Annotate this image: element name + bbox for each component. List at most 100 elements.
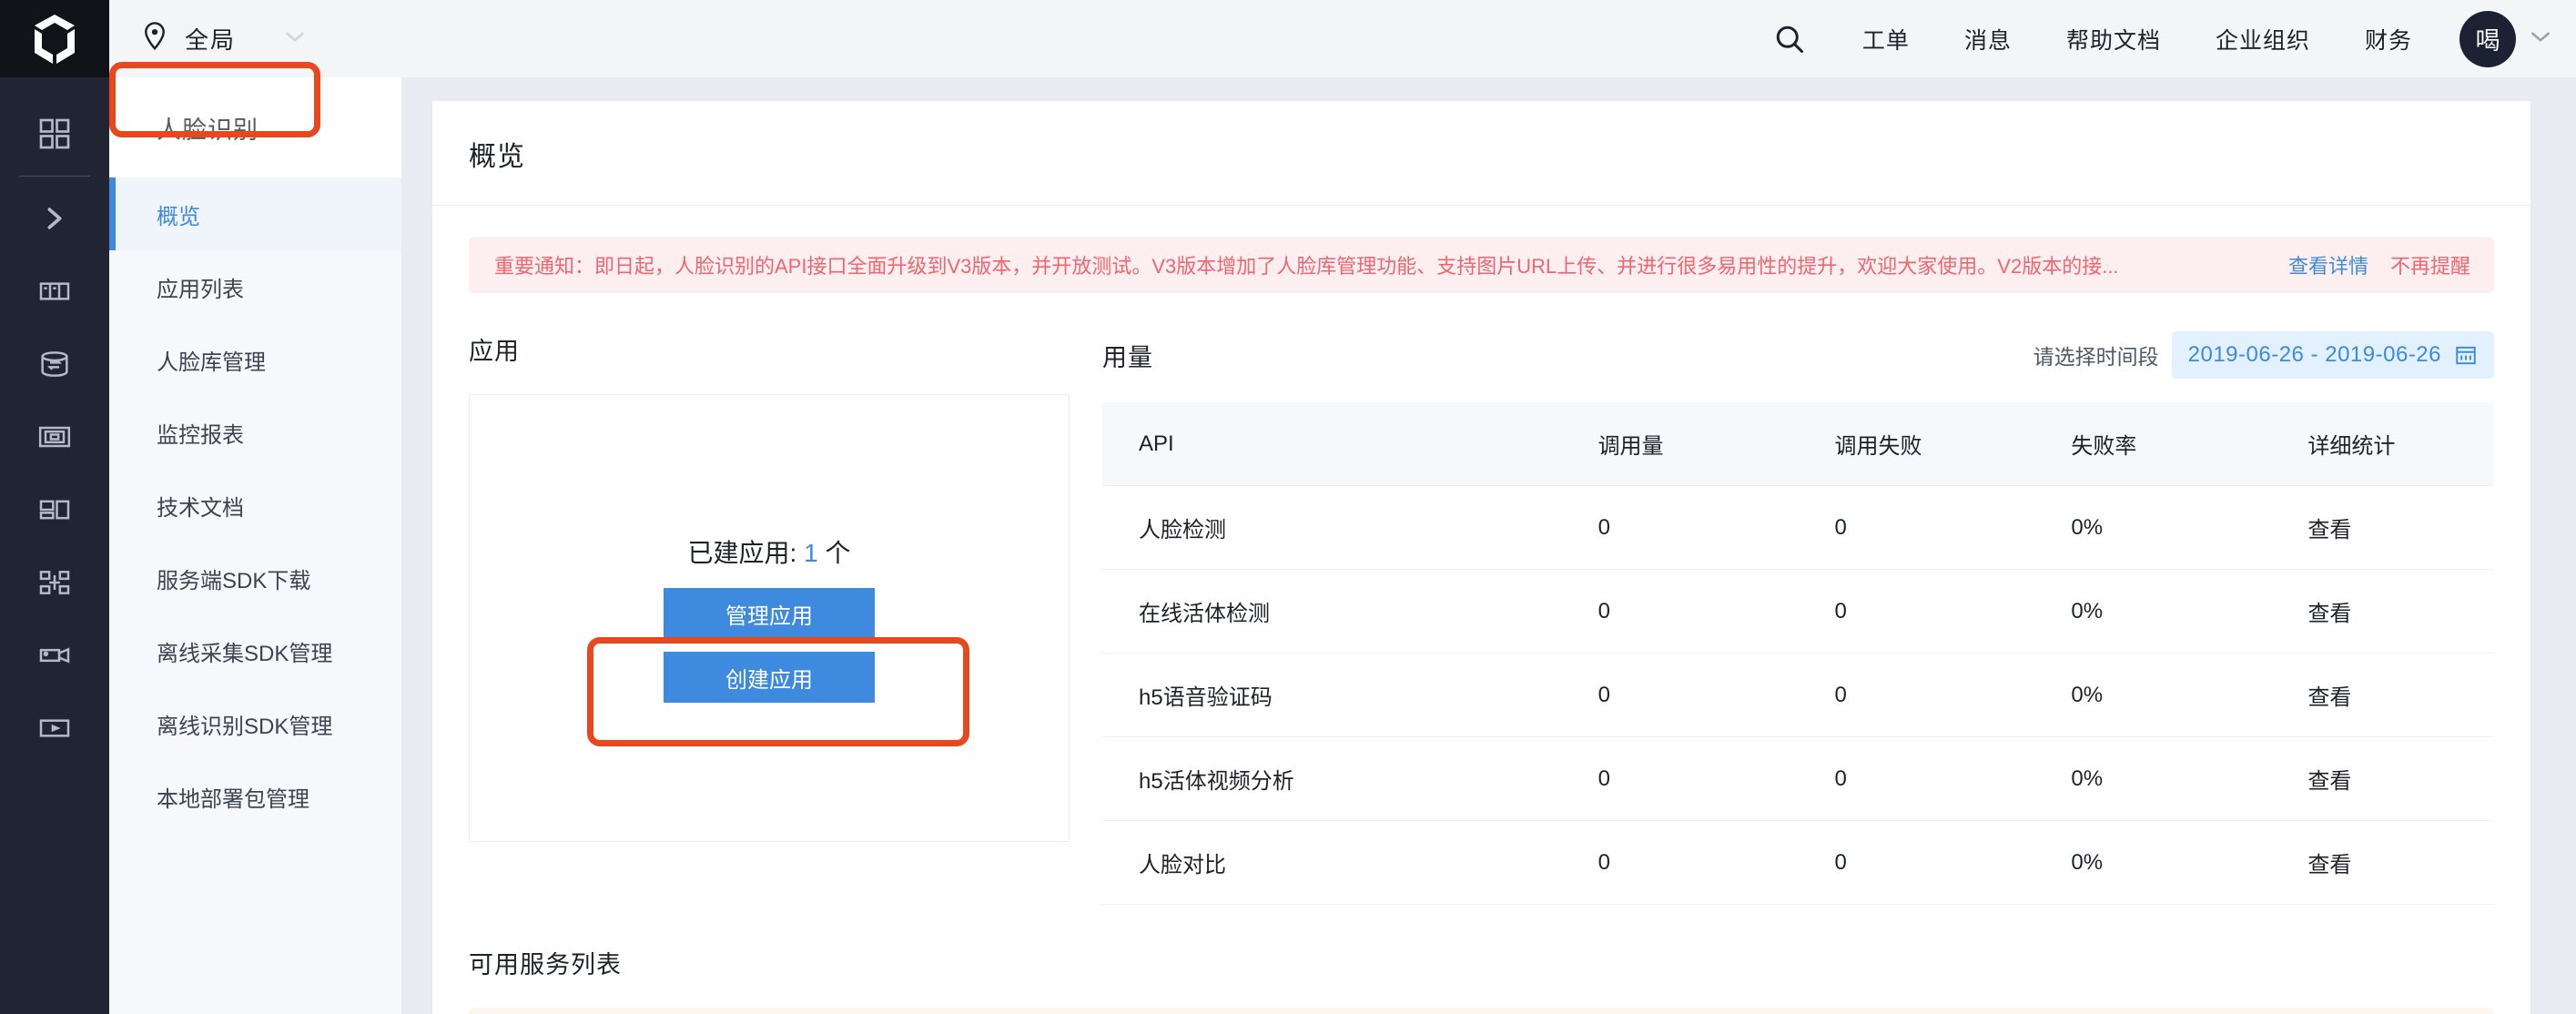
rail-icon-list (0, 77, 109, 765)
nav-link-tickets[interactable]: 工单 (1862, 23, 1910, 56)
notice-dismiss-link[interactable]: 不再提醒 (2390, 250, 2470, 279)
nav-link-finance[interactable]: 财务 (2365, 23, 2412, 56)
brand-logo[interactable] (0, 0, 109, 77)
page-title: 概览 (469, 142, 525, 172)
cell-calls: 0 (1561, 653, 1799, 737)
rail-item-database[interactable] (0, 328, 109, 401)
usage-header: 用量 请选择时间段 2019-06-26 - 2019-06-26 (1102, 331, 2494, 379)
table-row: h5语音验证码 0 0 0% 查看 (1102, 653, 2494, 737)
rail-item-expand[interactable] (0, 182, 109, 255)
sidebar-product-title[interactable]: 人脸识别 (109, 77, 401, 177)
cell-api: h5语音验证码 (1102, 653, 1562, 737)
app-empty-panel: 已建应用: 1 个 管理应用 创建应用 (469, 394, 1070, 842)
app-section: 应用 已建应用: 1 个 管理应用 创建应用 (469, 331, 1070, 842)
cell-detail-link[interactable]: 查看 (2271, 736, 2494, 821)
sidebar-item-label: 服务端SDK下载 (157, 568, 311, 593)
rail-divider (19, 176, 90, 177)
icon-rail (0, 0, 109, 1014)
top-header: 全局 工单 消息 帮助文档 企业组织 财务 喝 (109, 0, 2576, 77)
calendar-icon (2454, 343, 2478, 367)
cell-detail-link[interactable]: 查看 (2271, 820, 2494, 905)
avatar: 喝 (2459, 10, 2516, 67)
cell-detail-link[interactable]: 查看 (2271, 485, 2494, 570)
column-header-calls: 调用量 (1561, 402, 1799, 486)
column-header-rate: 失败率 (2034, 402, 2272, 486)
media-player-icon (36, 710, 73, 746)
app-count-prefix: 已建应用: (687, 539, 805, 567)
cell-api: 人脸检测 (1102, 485, 1562, 570)
network-nodes-icon (36, 564, 73, 601)
app-count-suffix: 个 (817, 539, 851, 567)
services-section-title: 可用服务列表 (469, 951, 622, 979)
nav-link-messages[interactable]: 消息 (1964, 23, 2012, 56)
cell-failures: 0 (1798, 736, 2035, 821)
sidebar-item-face-library[interactable]: 人脸库管理 (109, 323, 401, 396)
camera-icon (36, 637, 73, 674)
notice-detail-link[interactable]: 查看详情 (2288, 250, 2368, 279)
server-icon (36, 273, 73, 309)
chevron-down-icon (2529, 29, 2552, 48)
database-sync-icon (36, 346, 73, 382)
rail-item-container[interactable] (0, 401, 109, 473)
nav-link-help-docs[interactable]: 帮助文档 (2066, 23, 2161, 56)
sidebar-item-label: 应用列表 (157, 277, 244, 302)
sidebar-item-local-deploy-package[interactable]: 本地部署包管理 (109, 760, 401, 833)
sidebar-item-overview[interactable]: 概览 (109, 177, 401, 250)
region-selector[interactable]: 全局 (141, 21, 307, 56)
sidebar-item-app-list[interactable]: 应用列表 (109, 250, 401, 323)
sidebar-item-label: 监控报表 (157, 422, 244, 448)
location-pin-icon (141, 21, 168, 56)
cell-rate: 0% (2034, 653, 2272, 737)
notice-text: 重要通知：即日起，人脸识别的API接口全面升级到V3版本，并开放测试。V3版本增… (494, 255, 2119, 278)
date-range-label: 请选择时间段 (2033, 345, 2159, 369)
rail-item-dashboard[interactable] (0, 97, 109, 170)
table-row: 人脸检测 0 0 0% 查看 (1102, 485, 2494, 570)
cell-api: 在线活体检测 (1102, 569, 1562, 654)
page-title-card: 概览 (432, 101, 2530, 206)
table-row: h5活体视频分析 0 0 0% 查看 (1102, 736, 2494, 821)
header-nav: 工单 消息 帮助文档 企业组织 财务 喝 (1773, 10, 2576, 67)
sidebar-item-monitor-report[interactable]: 监控报表 (109, 396, 401, 469)
rail-item-network[interactable] (0, 546, 109, 619)
usage-section-title: 用量 (1102, 343, 1153, 371)
sidebar-item-label: 技术文档 (157, 495, 244, 521)
chevron-down-icon[interactable] (283, 29, 307, 48)
dashboard-grid-icon (36, 116, 73, 152)
cell-api: 人脸对比 (1102, 820, 1562, 905)
rail-item-apps[interactable] (0, 473, 109, 546)
rail-item-server[interactable] (0, 255, 109, 328)
cell-failures: 0 (1798, 653, 2035, 737)
sidebar-item-label: 人脸库管理 (157, 350, 266, 375)
sidebar-item-label: 离线采集SDK管理 (157, 641, 333, 666)
sidebar-item-offline-recognition-sdk[interactable]: 离线识别SDK管理 (109, 687, 401, 760)
rail-item-camera[interactable] (0, 619, 109, 692)
manage-app-button[interactable]: 管理应用 (664, 588, 875, 639)
cell-rate: 0% (2034, 569, 2272, 654)
usage-table: API 调用量 调用失败 失败率 详细统计 人脸检测 0 0 0% 查看 在线活… (1102, 402, 2494, 905)
usage-table-body: 人脸检测 0 0 0% 查看 在线活体检测 0 0 0% 查看 h5语音验证码 … (1102, 485, 2494, 905)
create-app-button[interactable]: 创建应用 (664, 652, 875, 703)
user-menu[interactable]: 喝 (2459, 10, 2552, 67)
usage-table-head: API 调用量 调用失败 失败率 详细统计 (1102, 402, 2494, 486)
services-section: 可用服务列表 完成企业认证，即可获得以下权益： [ 您已完成企业认证 ] 不再提… (469, 945, 2494, 1014)
sidebar-item-offline-capture-sdk[interactable]: 离线采集SDK管理 (109, 614, 401, 687)
apps-grid-icon (36, 492, 73, 528)
cell-rate: 0% (2034, 485, 2272, 570)
column-header-api: API (1102, 402, 1562, 486)
cell-failures: 0 (1798, 485, 2035, 570)
cell-detail-link[interactable]: 查看 (2271, 569, 2494, 654)
sidebar-item-label: 概览 (157, 204, 200, 229)
container-icon (36, 419, 73, 455)
sidebar-product-label: 人脸识别 (157, 116, 259, 144)
search-icon[interactable] (1773, 23, 1806, 56)
sidebar-item-server-sdk[interactable]: 服务端SDK下载 (109, 542, 401, 614)
date-range-picker[interactable]: 2019-06-26 - 2019-06-26 (2171, 331, 2494, 379)
app-count-value: 1 (804, 539, 818, 567)
sidebar-item-tech-docs[interactable]: 技术文档 (109, 469, 401, 542)
column-header-failures: 调用失败 (1798, 402, 2035, 486)
cell-detail-link[interactable]: 查看 (2271, 653, 2494, 737)
region-label: 全局 (185, 26, 237, 54)
nav-link-enterprise-org[interactable]: 企业组织 (2216, 23, 2310, 56)
sidebar-menu: 概览 应用列表 人脸库管理 监控报表 技术文档 服务端SDK下载 离线采集SDK… (109, 177, 401, 833)
rail-item-media[interactable] (0, 692, 109, 765)
